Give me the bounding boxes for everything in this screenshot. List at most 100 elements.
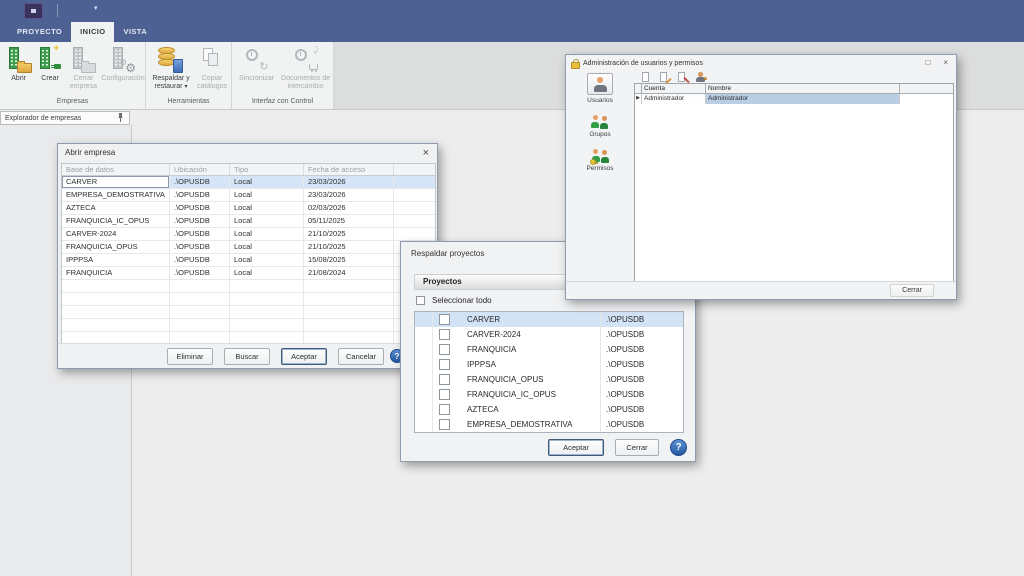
titlebar-separator	[57, 4, 58, 17]
empty-row	[62, 319, 435, 332]
ribbon-group-interfaz-buttons: ↻ Sincronizar ⤸ Documentos de intercambi…	[232, 42, 333, 96]
table-row[interactable]: CARVER .\OPUSDB Local 23/03/2026	[62, 176, 435, 189]
column-header-ubicacion[interactable]: Ubicación	[170, 164, 230, 175]
ribbon-tab-row: PROYECTO INICIO VISTA	[0, 22, 1024, 42]
aceptar-button[interactable]: Aceptar	[281, 348, 327, 365]
cerrar-button[interactable]: Cerrar	[615, 439, 659, 456]
column-header-tipo[interactable]: Tipo	[230, 164, 304, 175]
project-name: FRANQUICIA	[467, 345, 600, 354]
dialog-admin-title: Administración de usuarios y permisos	[583, 60, 703, 67]
project-row[interactable]: EMPRESA_DEMOSTRATIVA .\OPUSDB	[415, 417, 683, 432]
edit-user-icon[interactable]	[660, 72, 671, 83]
tab-proyecto[interactable]: PROYECTO	[8, 22, 71, 42]
column-header-nombre[interactable]: Nombre	[706, 84, 900, 93]
project-checkbox[interactable]	[439, 374, 450, 385]
crear-button[interactable]: ✦ Crear	[35, 45, 64, 83]
row-selector	[415, 402, 433, 417]
row-selector	[415, 327, 433, 342]
project-row[interactable]: CARVER-2024 .\OPUSDB	[415, 327, 683, 342]
project-checkbox[interactable]	[439, 389, 450, 400]
empty-row	[62, 280, 435, 293]
tab-inicio[interactable]: INICIO	[71, 22, 114, 42]
ribbon-group-herramientas-buttons: Respaldar y restaurar ▾ Copiar catálogos	[146, 42, 231, 96]
dialog-admin-footer: Cerrar	[566, 281, 956, 299]
column-header-cuenta[interactable]: Cuenta	[642, 84, 706, 93]
cancelar-button[interactable]: Cancelar	[338, 348, 384, 365]
sidebar-item-permisos[interactable]: Permisos	[586, 149, 613, 172]
copiar-catalogos-button[interactable]: Copiar catálogos	[194, 45, 230, 91]
usuarios-card	[587, 73, 613, 95]
column-header-fecha[interactable]: Fecha de acceso	[304, 164, 394, 175]
new-user-icon[interactable]	[642, 72, 653, 83]
cell-tipo: Local	[230, 228, 304, 240]
close-icon[interactable]: ×	[943, 58, 948, 67]
cell-empty	[394, 189, 435, 201]
table-row[interactable]: FRANQUICIA_IC_OPUS .\OPUSDB Local 05/11/…	[62, 215, 435, 228]
cell-fecha: 02/03/2026	[304, 202, 394, 214]
project-row[interactable]: FRANQUICIA_IC_OPUS .\OPUSDB	[415, 387, 683, 402]
row-selector	[415, 417, 433, 432]
sync-clock-icon: ↻	[243, 46, 271, 73]
dialog-respaldar-title: Respaldar proyectos	[411, 249, 484, 258]
tab-vista[interactable]: VISTA	[114, 22, 156, 42]
app-logo-icon[interactable]	[24, 3, 43, 19]
maximize-icon[interactable]: □	[925, 58, 930, 67]
project-row[interactable]: CARVER .\OPUSDB	[415, 312, 683, 327]
dialog-admin-usuarios: Administración de usuarios y permisos □ …	[565, 54, 957, 300]
project-checkbox[interactable]	[439, 329, 450, 340]
select-all-label: Seleccionar todo	[432, 296, 492, 305]
eliminar-button[interactable]: Eliminar	[167, 348, 213, 365]
project-path: .\OPUSDB	[600, 327, 683, 342]
project-checkbox[interactable]	[439, 404, 450, 415]
help-button[interactable]: ?	[670, 439, 687, 456]
quick-access-caret-icon[interactable]: ▾	[94, 4, 98, 12]
sincronizar-button[interactable]: ↻ Sincronizar	[234, 45, 279, 83]
project-name: IPPPSA	[467, 360, 600, 369]
project-row[interactable]: AZTECA .\OPUSDB	[415, 402, 683, 417]
row-marker-icon: ▶	[635, 94, 642, 104]
configuracion-button[interactable]: ⚙⚙ Configuración	[102, 45, 144, 83]
table-row[interactable]: AZTECA .\OPUSDB Local 02/03/2026	[62, 202, 435, 215]
documentos-intercambio-button[interactable]: ⤸ Documentos de intercambio	[279, 45, 332, 91]
aceptar-button[interactable]: Aceptar	[548, 439, 604, 456]
select-all-checkbox[interactable]	[416, 296, 425, 305]
table-row[interactable]: CARVER-2024 .\OPUSDB Local 21/10/2025	[62, 228, 435, 241]
delete-user-icon[interactable]	[678, 72, 689, 83]
close-icon[interactable]: ×	[423, 147, 429, 159]
window-controls: □ ×	[925, 58, 948, 67]
user-row[interactable]: ▶ Administrador Administrador	[635, 94, 953, 104]
users-table: Cuenta Nombre ▶ Administrador Administra…	[634, 83, 954, 282]
pin-icon[interactable]	[117, 113, 124, 123]
table-row[interactable]: FRANQUICIA .\OPUSDB Local 21/08/2024	[62, 267, 435, 280]
project-checkbox[interactable]	[439, 314, 450, 325]
table-empty-area	[635, 104, 953, 281]
user-permissions-icon[interactable]	[696, 72, 707, 83]
project-row[interactable]: FRANQUICIA .\OPUSDB	[415, 342, 683, 357]
project-checkbox[interactable]	[439, 359, 450, 370]
cell-nombre: Administrador	[706, 94, 900, 104]
cerrar-empresa-button[interactable]: Cerrar empresa	[65, 45, 102, 91]
project-row[interactable]: IPPPSA .\OPUSDB	[415, 357, 683, 372]
cell-cuenta: Administrador	[642, 94, 706, 104]
buscar-button[interactable]: Buscar	[224, 348, 270, 365]
sidebar-item-grupos[interactable]: Grupos	[589, 115, 610, 138]
explorer-panel-header: Explorador de empresas	[0, 111, 130, 125]
ribbon-group-empresas: Abrir ✦ Crear Cerrar empresa ⚙⚙ Configur…	[0, 42, 146, 109]
sidebar-item-usuarios[interactable]: Usuarios	[587, 73, 613, 104]
cell-fecha: 05/11/2025	[304, 215, 394, 227]
table-row[interactable]: EMPRESA_DEMOSTRATIVA .\OPUSDB Local 23/0…	[62, 189, 435, 202]
cell-empty	[394, 215, 435, 227]
column-header-base-de-datos[interactable]: Base de datos	[62, 164, 170, 175]
group-label-interfaz: Interfaz con Control	[232, 96, 333, 109]
cell-tipo: Local	[230, 189, 304, 201]
respaldar-restaurar-button[interactable]: Respaldar y restaurar ▾	[148, 45, 194, 91]
cerrar-button[interactable]: Cerrar	[890, 284, 934, 297]
cell-db: EMPRESA_DEMOSTRATIVA	[62, 189, 170, 201]
table-row[interactable]: IPPPSA .\OPUSDB Local 15/08/2025	[62, 254, 435, 267]
project-checkbox[interactable]	[439, 344, 450, 355]
abrir-button[interactable]: Abrir	[2, 45, 35, 83]
group-label-empresas: Empresas	[0, 96, 145, 109]
project-checkbox[interactable]	[439, 419, 450, 430]
table-row[interactable]: FRANQUICIA_OPUS .\OPUSDB Local 21/10/202…	[62, 241, 435, 254]
project-row[interactable]: FRANQUICIA_OPUS .\OPUSDB	[415, 372, 683, 387]
